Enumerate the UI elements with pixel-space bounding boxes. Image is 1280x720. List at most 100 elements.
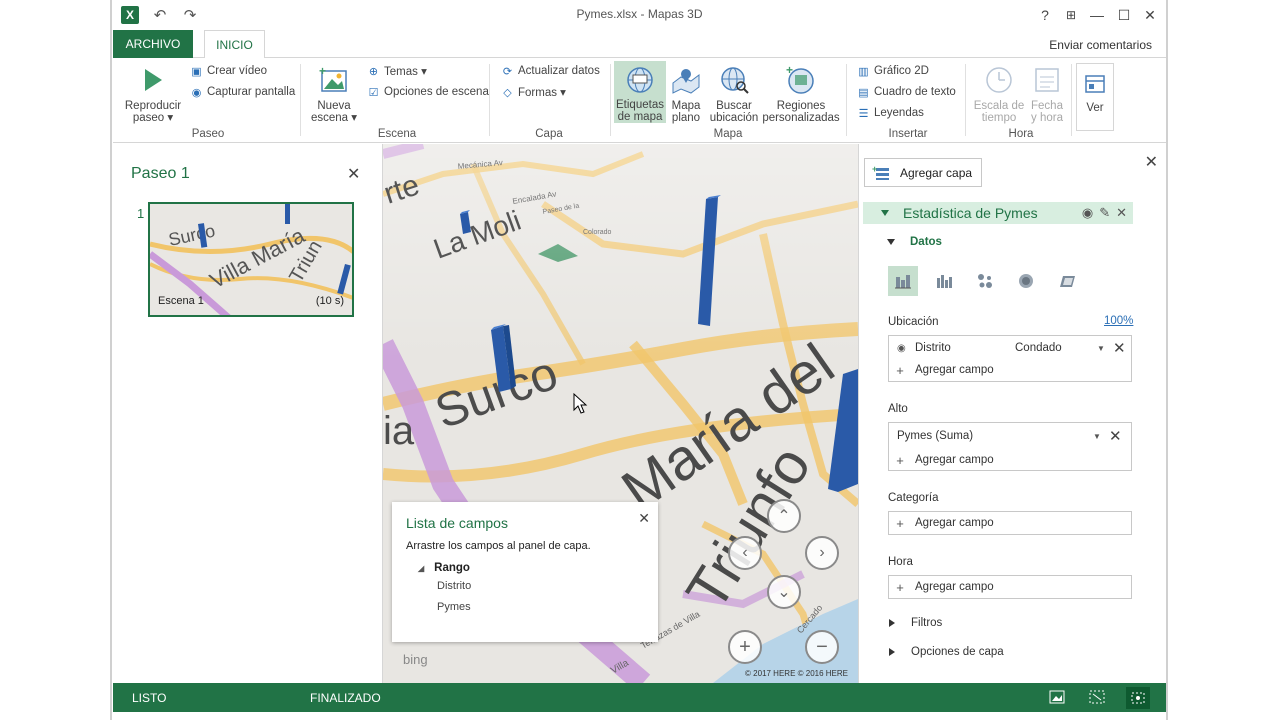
maximize-button[interactable]: ☐ bbox=[1111, 5, 1137, 25]
layer-pane: ✕ + Agregar capa Estadística de Pymes ◉ … bbox=[858, 144, 1166, 683]
rotate-right-button[interactable]: › bbox=[805, 536, 839, 570]
add-field-label: Agregar campo bbox=[915, 581, 994, 593]
map-labels-button[interactable]: Etiquetas de mapa bbox=[614, 61, 666, 123]
time-field-well[interactable]: + Agregar campo bbox=[888, 575, 1132, 599]
textbox-button[interactable]: ▤ Cuadro de texto bbox=[856, 83, 956, 101]
layer-options-section[interactable]: Opciones de capa bbox=[889, 646, 1004, 658]
new-scene-button[interactable]: + Nueva escena ▾ bbox=[307, 64, 361, 124]
tilt-down-button[interactable]: ⌄ bbox=[767, 575, 801, 609]
play-tour-label: Reproducir bbox=[124, 100, 182, 112]
shapes-button[interactable]: ◇ Formas ▾ bbox=[500, 83, 566, 101]
add-field-row[interactable]: + Agregar campo bbox=[889, 449, 1131, 471]
layer-name: Estadística de Pymes bbox=[903, 205, 1038, 221]
help-button[interactable]: ? bbox=[1032, 5, 1058, 25]
add-field-row[interactable]: + Agregar campo bbox=[889, 512, 1131, 534]
send-feedback-link[interactable]: Enviar comentarios bbox=[1049, 38, 1152, 52]
create-video-button[interactable]: ▣ Crear vídeo bbox=[189, 62, 267, 80]
region-icon[interactable] bbox=[1053, 266, 1083, 296]
remove-field-icon[interactable]: ✕ bbox=[1109, 427, 1122, 445]
chevron-down-icon[interactable]: ▼ bbox=[1097, 344, 1109, 353]
layer-header[interactable]: Estadística de Pymes ◉ ✎ ✕ bbox=[863, 202, 1133, 224]
maps3d-window: X ↶ ↷ Pymes.xlsx - Mapas 3D ? ⊞ — ☐ ✕ AR… bbox=[113, 0, 1166, 720]
bubble-icon[interactable] bbox=[970, 266, 1000, 296]
close-field-list-button[interactable]: ✕ bbox=[638, 510, 650, 527]
location-field-well[interactable]: ◉ Distrito Condado ▼ ✕ + Agregar campo bbox=[888, 335, 1132, 382]
radio-selected-icon[interactable]: ◉ bbox=[897, 343, 907, 354]
refresh-data-button[interactable]: ⟳ Actualizar datos bbox=[500, 62, 600, 80]
expand-triangle-icon: ◢ bbox=[418, 564, 425, 573]
themes-button[interactable]: ⊕ Temas ▾ bbox=[366, 62, 427, 80]
rotate-left-button[interactable]: ‹ bbox=[728, 536, 762, 570]
height-field-row[interactable]: Pymes (Suma) ▼ ✕ bbox=[889, 425, 1131, 447]
location-label: Ubicación bbox=[888, 316, 939, 328]
view-panes-icon bbox=[1079, 70, 1111, 98]
fit-view-icon[interactable] bbox=[1087, 688, 1107, 706]
add-field-row[interactable]: + Agregar campo bbox=[889, 359, 1131, 381]
view-label: Ver bbox=[1086, 102, 1104, 114]
tab-archivo[interactable]: ARCHIVO bbox=[113, 30, 193, 58]
field-list-table[interactable]: ◢ Rango bbox=[418, 562, 470, 574]
full-screen-icon[interactable] bbox=[1126, 687, 1150, 709]
capture-screen-button[interactable]: ◉ Capturar pantalla bbox=[189, 83, 296, 101]
chevron-down-icon[interactable]: ▼ bbox=[1093, 432, 1105, 441]
height-label: Alto bbox=[888, 403, 908, 415]
find-location-button[interactable]: Buscar ubicación bbox=[707, 64, 761, 124]
location-field-row[interactable]: ◉ Distrito Condado ▼ ✕ bbox=[889, 337, 1131, 359]
group-label-mapa: Mapa bbox=[713, 128, 743, 140]
plus-icon: + bbox=[896, 452, 904, 468]
scene-thumbnail[interactable]: Surco Villa María Triun Escena 1 (10 s) bbox=[148, 202, 354, 317]
remove-field-icon[interactable]: ✕ bbox=[1113, 339, 1126, 357]
stacked-column-icon[interactable] bbox=[888, 266, 918, 296]
legends-button[interactable]: ☰ Leyendas bbox=[856, 104, 924, 122]
close-window-button[interactable]: ✕ bbox=[1137, 5, 1163, 25]
data-section-header[interactable]: Datos bbox=[887, 236, 942, 248]
heat-map-icon[interactable] bbox=[1011, 266, 1041, 296]
eye-icon[interactable]: ◉ bbox=[1082, 205, 1093, 221]
bing-logo: bing bbox=[403, 652, 428, 667]
ribbon: Reproducir paseo ▾ ▣ Crear vídeo ◉ Captu… bbox=[113, 58, 1166, 143]
clustered-column-icon[interactable] bbox=[929, 266, 959, 296]
field-item-pymes[interactable]: Pymes bbox=[437, 601, 471, 613]
ribbon-divider bbox=[300, 64, 301, 136]
tour-pane: Paseo 1 ✕ 1 Surco Villa María Triun Esce… bbox=[113, 144, 383, 683]
height-field-well[interactable]: Pymes (Suma) ▼ ✕ + Agregar campo bbox=[888, 422, 1132, 471]
map-canvas[interactable]: Mecánica Av Encalada Av Paseo de la Colo… bbox=[383, 144, 858, 683]
legends-label: Leyendas bbox=[874, 107, 924, 119]
close-tour-pane-button[interactable]: ✕ bbox=[347, 164, 360, 184]
ribbon-divider bbox=[1071, 64, 1072, 136]
delete-layer-icon[interactable]: ✕ bbox=[1116, 205, 1127, 221]
filters-section[interactable]: Filtros bbox=[889, 617, 942, 629]
time-scale-button[interactable]: Escala de tiempo bbox=[971, 64, 1027, 124]
play-tour-button[interactable]: Reproducir paseo ▾ bbox=[121, 64, 185, 124]
location-type-dropdown[interactable]: Condado bbox=[1015, 342, 1097, 354]
date-time-button[interactable]: Fecha y hora bbox=[1027, 64, 1067, 124]
chart-2d-button[interactable]: ▥ Gráfico 2D bbox=[856, 62, 929, 80]
title-bar: X ↶ ↷ Pymes.xlsx - Mapas 3D ? ⊞ — ☐ ✕ bbox=[113, 0, 1166, 30]
category-field-well[interactable]: + Agregar campo bbox=[888, 511, 1132, 535]
zoom-in-button[interactable]: + bbox=[728, 630, 762, 664]
flat-map-button[interactable]: Mapa plano bbox=[666, 64, 706, 124]
tab-inicio[interactable]: INICIO bbox=[204, 30, 265, 59]
location-confidence-link[interactable]: 100% bbox=[1104, 315, 1133, 327]
minimize-button[interactable]: — bbox=[1084, 5, 1110, 25]
zoom-out-button[interactable]: − bbox=[805, 630, 839, 664]
expand-triangle-icon bbox=[889, 619, 895, 627]
category-label: Categoría bbox=[888, 492, 939, 504]
ribbon-display-options-icon[interactable]: ⊞ bbox=[1058, 5, 1084, 25]
close-layer-pane-button[interactable]: ✕ bbox=[1145, 152, 1158, 172]
pencil-icon[interactable]: ✎ bbox=[1099, 205, 1110, 221]
add-field-row[interactable]: + Agregar campo bbox=[889, 576, 1131, 598]
height-field-name[interactable]: Pymes (Suma) bbox=[897, 430, 1093, 442]
custom-regions-button[interactable]: + Regiones personalizadas bbox=[762, 64, 840, 124]
date-time-label-2: y hora bbox=[1031, 112, 1063, 124]
add-layer-button[interactable]: + Agregar capa bbox=[864, 158, 982, 187]
scene-options-button[interactable]: ☑ Opciones de escena bbox=[366, 83, 489, 101]
tour-editor-view-icon[interactable] bbox=[1047, 688, 1067, 706]
expand-triangle-icon bbox=[889, 648, 895, 656]
tilt-up-button[interactable]: ⌃ bbox=[767, 499, 801, 533]
view-button[interactable]: Ver bbox=[1076, 63, 1114, 131]
add-field-label: Agregar campo bbox=[915, 364, 994, 376]
field-item-distrito[interactable]: Distrito bbox=[437, 580, 471, 592]
map-attribution: © 2017 HERE © 2016 HERE bbox=[745, 669, 848, 678]
new-scene-icon: + bbox=[318, 64, 350, 96]
